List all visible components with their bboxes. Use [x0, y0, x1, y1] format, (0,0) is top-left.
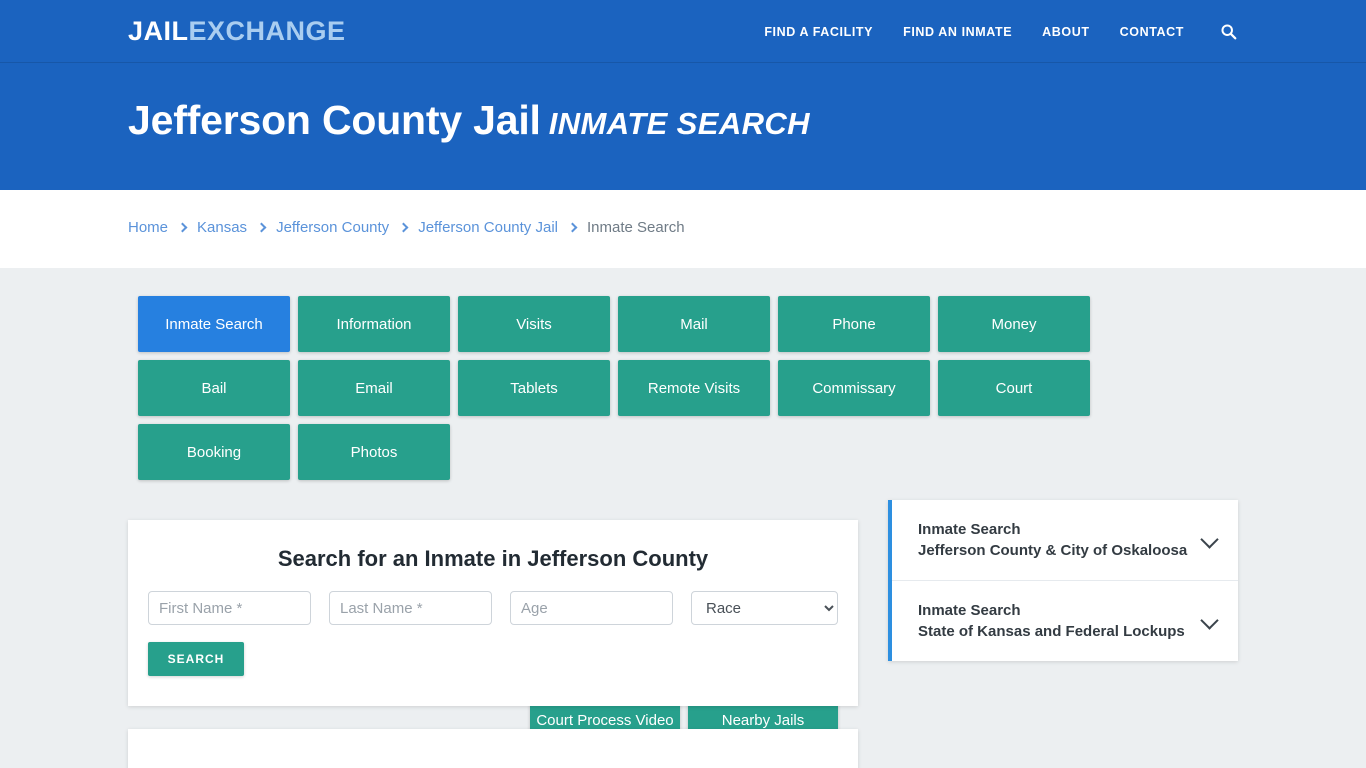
tab-tablets[interactable]: Tablets [458, 360, 610, 416]
tab-bail[interactable]: Bail [138, 360, 290, 416]
search-icon[interactable] [1218, 22, 1238, 42]
breadcrumb-item-jefferson-county[interactable]: Jefferson County [276, 219, 389, 236]
breadcrumb-item-kansas[interactable]: Kansas [197, 219, 247, 236]
sidebar-item-subtitle: State of Kansas and Federal Lockups [918, 623, 1185, 640]
tab-commissary[interactable]: Commissary [778, 360, 930, 416]
top-navigation-bar: JAILEXCHANGE FIND A FACILITY FIND AN INM… [0, 0, 1366, 63]
page-title: Jefferson County Jail INMATE SEARCH [128, 97, 810, 144]
sidebar-item-inmate-search-county[interactable]: Inmate Search Jefferson County & City of… [892, 500, 1238, 580]
breadcrumb-item-inmate-search: Inmate Search [587, 219, 685, 236]
tab-visits[interactable]: Visits [458, 296, 610, 352]
logo-text-primary: JAIL [128, 16, 189, 46]
tab-court[interactable]: Court [938, 360, 1090, 416]
logo-text-secondary: EXCHANGE [188, 16, 346, 46]
nav-item-find-a-facility[interactable]: FIND A FACILITY [764, 25, 873, 39]
breadcrumb-separator-icon [398, 222, 409, 233]
sidebar-item-subtitle: Jefferson County & City of Oskaloosa [918, 542, 1188, 559]
breadcrumb: Home Kansas Jefferson County Jefferson C… [128, 219, 685, 236]
tab-phone[interactable]: Phone [778, 296, 930, 352]
page-root: JAILEXCHANGE FIND A FACILITY FIND AN INM… [0, 0, 1366, 768]
sidebar-item-title: Inmate Search [918, 602, 1021, 619]
search-button[interactable]: SEARCH [148, 642, 244, 676]
nav-item-find-an-inmate[interactable]: FIND AN INMATE [903, 25, 1012, 39]
tab-mail[interactable]: Mail [618, 296, 770, 352]
tab-money[interactable]: Money [938, 296, 1090, 352]
breadcrumb-item-jefferson-county-jail[interactable]: Jefferson County Jail [418, 219, 558, 236]
tab-inmate-search[interactable]: Inmate Search [138, 296, 290, 352]
page-title-main: Jefferson County Jail [128, 97, 541, 143]
tab-booking[interactable]: Booking [138, 424, 290, 480]
inmate-search-card: Search for an Inmate in Jefferson County… [128, 520, 858, 706]
facility-tab-grid: Inmate Search Information Visits Mail Ph… [138, 296, 1228, 480]
site-logo[interactable]: JAILEXCHANGE [128, 18, 346, 45]
sidebar-accordion: Inmate Search Jefferson County & City of… [888, 500, 1238, 661]
nav-item-about[interactable]: ABOUT [1042, 25, 1089, 39]
content-area: Inmate Search Information Visits Mail Ph… [0, 268, 1366, 768]
inmate-search-actions: SEARCH [128, 625, 858, 676]
breadcrumb-bar: Home Kansas Jefferson County Jefferson C… [0, 190, 1366, 268]
page-title-sub: INMATE SEARCH [548, 106, 810, 141]
tab-remote-visits[interactable]: Remote Visits [618, 360, 770, 416]
nav-item-contact[interactable]: CONTACT [1120, 25, 1184, 39]
hero-banner: Jefferson County Jail INMATE SEARCH [0, 63, 1366, 190]
last-name-input[interactable] [329, 591, 492, 625]
sidebar-item-inmate-search-state[interactable]: Inmate Search State of Kansas and Federa… [892, 580, 1238, 661]
age-input[interactable] [510, 591, 673, 625]
breadcrumb-separator-icon [567, 222, 578, 233]
inmate-search-heading: Search for an Inmate in Jefferson County [277, 546, 709, 571]
chevron-down-icon[interactable] [1200, 611, 1219, 630]
secondary-content-card [128, 729, 858, 768]
tab-email[interactable]: Email [298, 360, 450, 416]
race-select[interactable]: Race [691, 591, 838, 625]
tab-information[interactable]: Information [298, 296, 450, 352]
first-name-input[interactable] [148, 591, 311, 625]
breadcrumb-separator-icon [256, 222, 267, 233]
inmate-search-fields: Race [128, 572, 858, 625]
breadcrumb-item-home[interactable]: Home [128, 219, 168, 236]
tab-photos[interactable]: Photos [298, 424, 450, 480]
chevron-down-icon[interactable] [1200, 530, 1219, 549]
sidebar-item-title: Inmate Search [918, 521, 1021, 538]
main-nav: FIND A FACILITY FIND AN INMATE ABOUT CON… [764, 0, 1238, 63]
breadcrumb-separator-icon [177, 222, 188, 233]
